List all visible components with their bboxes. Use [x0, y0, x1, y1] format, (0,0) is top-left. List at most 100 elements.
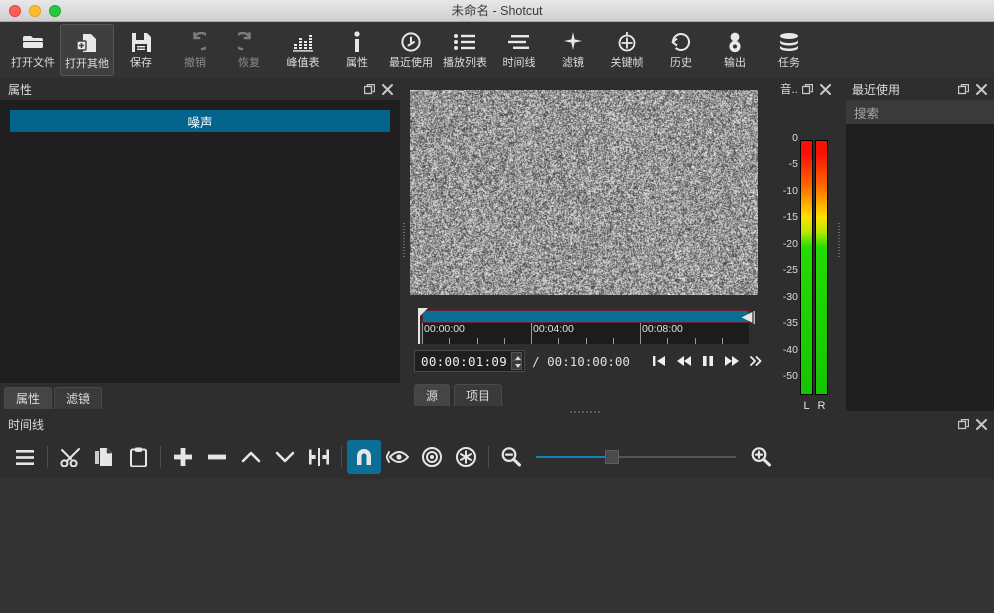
meter-scale-label: -20 [783, 238, 798, 250]
scrub-bar-area[interactable]: 00:00:00 00:04:00 00:08:00 ◀| [414, 308, 754, 344]
history-icon [670, 27, 692, 57]
rewind-button[interactable] [676, 355, 692, 367]
ruler-label: 00:04:00 [533, 323, 574, 335]
recent-items-list[interactable] [846, 124, 994, 411]
scrub-while-dragging-button[interactable] [381, 440, 415, 474]
toolbar-open-file-label: 打开文件 [11, 57, 55, 70]
pause-button[interactable] [702, 355, 714, 367]
properties-clip-name[interactable]: 噪声 [10, 110, 390, 132]
snap-button[interactable] [347, 440, 381, 474]
timeline-icon [508, 27, 530, 57]
out-point-marker[interactable]: ◀| [742, 308, 756, 324]
toolbar-filters-label: 滤镜 [562, 57, 584, 70]
toolbar-redo[interactable]: 恢复 [222, 24, 276, 76]
close-window-button[interactable] [9, 5, 21, 17]
lift-button[interactable] [234, 440, 268, 474]
toolbar-keyframes[interactable]: 关键帧 [600, 24, 654, 76]
toolbar-save-label: 保存 [130, 57, 152, 70]
open-other-icon [76, 28, 98, 58]
ruler-tick [695, 338, 696, 344]
cut-button[interactable] [53, 440, 87, 474]
toolbar-undo[interactable]: 撤销 [168, 24, 222, 76]
skip-next-button[interactable] [750, 356, 762, 366]
timeline-tracks-area[interactable] [0, 479, 994, 613]
toolbar-playlist[interactable]: 播放列表 [438, 24, 492, 76]
audio-meter-body: 0 -5 -10 -15 -20 -25 -30 -35 -40 -50 L R [776, 100, 838, 413]
audio-meter-float-icon[interactable] [798, 80, 816, 98]
player-panel: 00:00:00 00:04:00 00:08:00 ◀| 00:00:01:09 … [410, 78, 772, 413]
video-preview[interactable] [410, 90, 758, 295]
meter-scale-label: -15 [783, 211, 798, 223]
ruler-tick [722, 338, 723, 344]
toolbar-jobs[interactable]: 任务 [762, 24, 816, 76]
export-icon [725, 27, 745, 57]
recent-search-input[interactable]: 搜索 [846, 100, 994, 124]
toolbar-peak-meter[interactable]: 峰值表 [276, 24, 330, 76]
fast-forward-button[interactable] [724, 355, 740, 367]
left-splitter[interactable] [401, 90, 407, 390]
ripple-delete-button[interactable] [200, 440, 234, 474]
jobs-stack-icon [778, 27, 800, 57]
timeline-close-icon[interactable] [972, 415, 990, 433]
append-button[interactable] [166, 440, 200, 474]
zoom-window-button[interactable] [49, 5, 61, 17]
ripple-all-tracks-button[interactable] [449, 440, 483, 474]
toolbar-timeline[interactable]: 时间线 [492, 24, 546, 76]
overwrite-button[interactable] [268, 440, 302, 474]
toolbar-filters[interactable]: 滤镜 [546, 24, 600, 76]
timeline-panel-header: 时间线 [0, 413, 994, 435]
copy-button[interactable] [87, 440, 121, 474]
scrub-bar-fill[interactable] [422, 310, 749, 323]
properties-panel-title: 属性 [8, 81, 360, 98]
timeline-zoom-slider[interactable] [536, 450, 736, 464]
properties-info-icon [352, 27, 362, 57]
toolbar-properties-label: 属性 [346, 57, 368, 70]
ruler-tick [640, 323, 641, 344]
recent-float-icon[interactable] [954, 80, 972, 98]
recent-close-icon[interactable] [972, 80, 990, 98]
toolbar-save[interactable]: 保存 [114, 24, 168, 76]
properties-close-icon[interactable] [378, 80, 396, 98]
minimize-window-button[interactable] [29, 5, 41, 17]
toolbar-history-label: 历史 [670, 57, 692, 70]
zoom-timeline-out-button[interactable] [494, 440, 528, 474]
toolbar-redo-label: 恢复 [238, 57, 260, 70]
tab-properties[interactable]: 属性 [4, 387, 52, 409]
properties-float-icon[interactable] [360, 80, 378, 98]
timeline-panel: 时间线 [0, 413, 994, 613]
toolbar-properties[interactable]: 属性 [330, 24, 384, 76]
zoom-slider-thumb[interactable] [605, 450, 619, 464]
split-button[interactable] [302, 440, 336, 474]
recent-panel-header: 最近使用 [844, 78, 994, 100]
ruler-label: 00:00:00 [424, 323, 465, 335]
zoom-timeline-in-button[interactable] [744, 440, 778, 474]
tab-filters[interactable]: 滤镜 [54, 387, 102, 409]
timecode-ruler[interactable]: 00:00:00 00:04:00 00:08:00 [422, 323, 749, 344]
channel-label-left: L [800, 400, 813, 412]
current-position-field[interactable]: 00:00:01:09 [414, 350, 525, 372]
timeline-menu-button[interactable] [8, 440, 42, 474]
paste-clipboard-button[interactable] [121, 440, 155, 474]
timeline-toolbar-divider-4 [488, 446, 489, 468]
playlist-icon [454, 27, 476, 57]
ruler-tick [531, 323, 532, 344]
toolbar-history[interactable]: 历史 [654, 24, 708, 76]
toolbar-export[interactable]: 输出 [708, 24, 762, 76]
tab-project[interactable]: 项目 [454, 384, 502, 406]
meter-scale-label: -35 [783, 317, 798, 329]
ripple-button[interactable] [415, 440, 449, 474]
recent-panel-title: 最近使用 [852, 81, 954, 98]
skip-to-start-button[interactable] [652, 355, 666, 367]
tab-source[interactable]: 源 [414, 384, 450, 406]
toolbar-open-file[interactable]: 打开文件 [6, 24, 60, 76]
timecode-stepper[interactable] [511, 352, 522, 370]
properties-tab-bar: 属性 滤镜 [0, 383, 400, 413]
total-duration: / 00:10:00:00 [532, 354, 630, 369]
toolbar-open-other[interactable]: 打开其他 [60, 24, 114, 76]
toolbar-recent[interactable]: 最近使用 [384, 24, 438, 76]
toolbar-export-label: 输出 [724, 57, 746, 70]
meter-scale-label: 0 [792, 132, 798, 144]
timeline-float-icon[interactable] [954, 415, 972, 433]
audio-meter-close-icon[interactable] [816, 80, 834, 98]
playhead[interactable] [418, 308, 429, 344]
